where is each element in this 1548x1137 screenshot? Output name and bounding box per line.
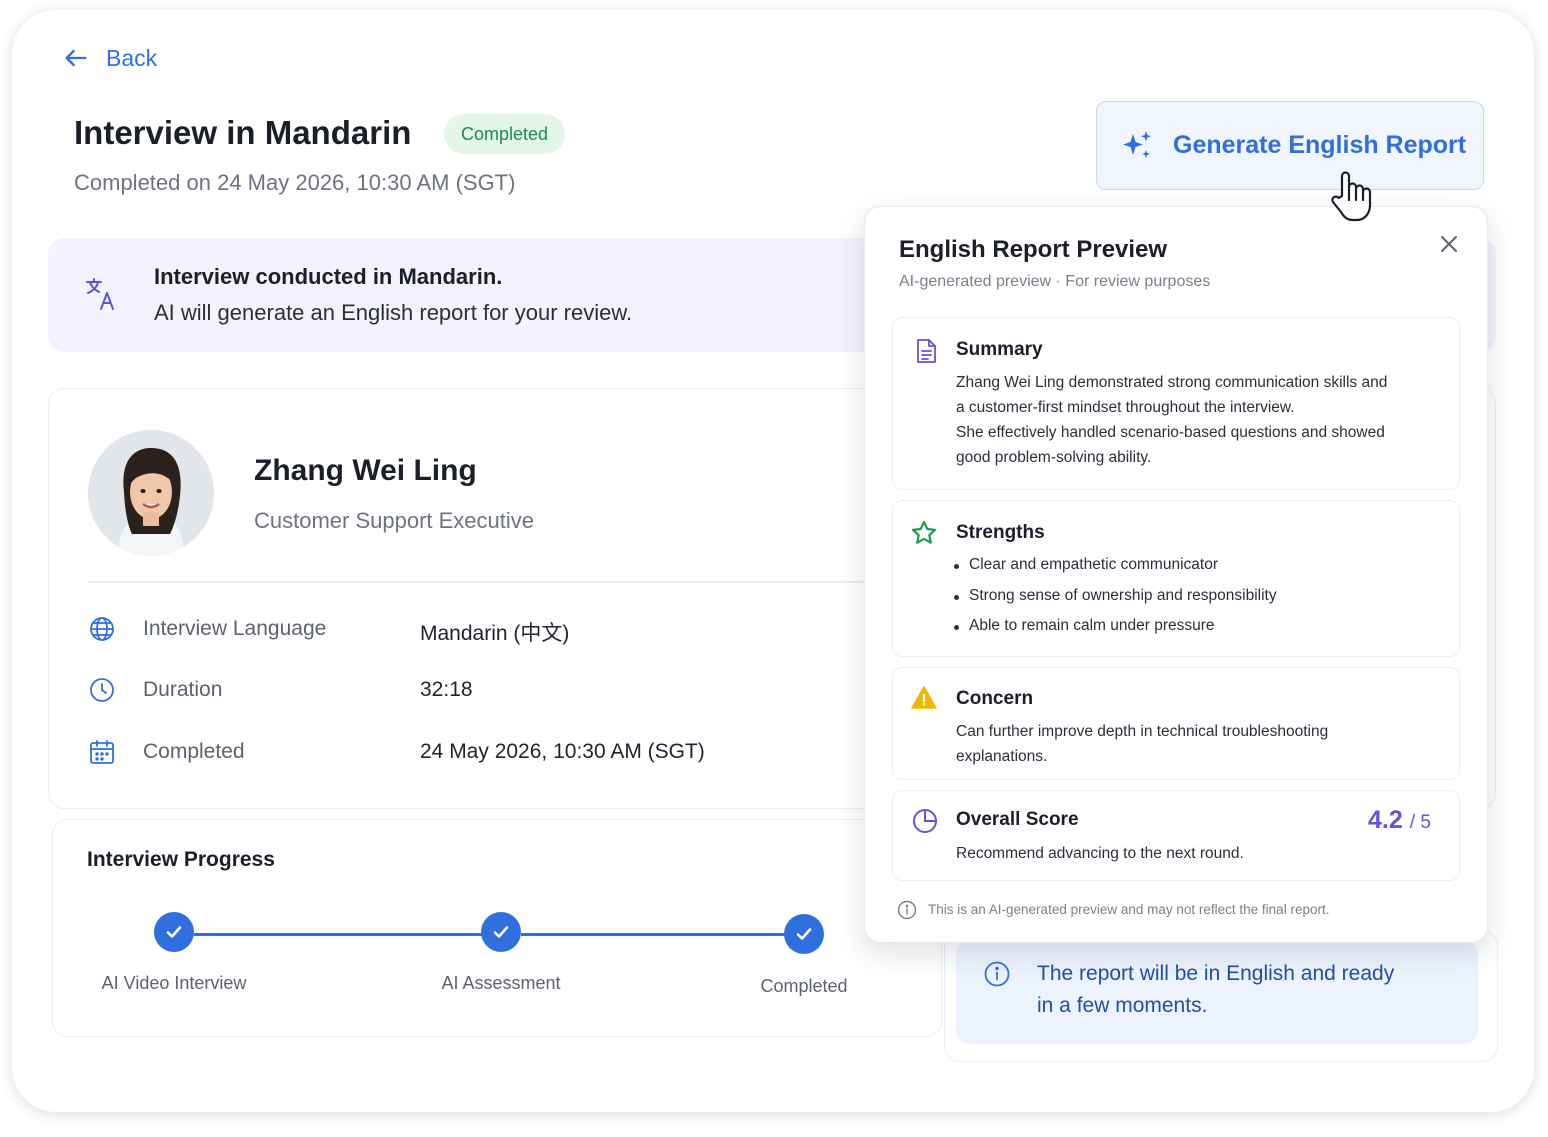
info-icon [984,961,1010,987]
close-icon[interactable] [1436,231,1462,257]
step-label: Completed [760,976,848,996]
info-icon [897,900,917,920]
step-complete-indicator [154,912,194,952]
banner-title: Interview conducted in Mandarin. [154,264,503,289]
arrow-left-icon [65,49,87,67]
popup-subtitle: AI-generated preview · For review purpos… [899,273,1211,290]
summary-line: a customer-first mindset throughout the … [956,399,1295,416]
page-subtitle: Completed on 24 May 2026, 10:30 AM (SGT) [74,170,516,195]
progress-connector [521,933,787,936]
strength-item: Clear and empathetic communicator [954,556,1218,574]
candidate-role: Customer Support Executive [254,508,535,533]
overall-score-section [892,790,1460,881]
report-pending-text: The report will be in English and ready … [1037,962,1395,1017]
summary-line: good problem-solving ability. [956,449,1152,466]
avatar [88,430,214,556]
score-max: / 5 [1409,812,1431,833]
translate-icon [86,278,114,310]
step-complete-indicator [481,912,521,952]
summary-line: Zhang Wei Ling demonstrated strong commu… [956,374,1388,391]
summary-line: She effectively handled scenario-based q… [956,424,1385,441]
back-link[interactable]: Back [62,44,157,72]
concern-line: explanations. [956,748,1048,765]
summary-title: Summary [956,339,1043,360]
concern-line: Can further improve depth in technical t… [956,723,1329,740]
generate-english-report-button[interactable]: Generate English Report [1096,101,1484,190]
strength-item: Able to remain calm under pressure [954,617,1215,635]
step-label: AI Assessment [441,973,561,993]
score-value: 4.2 [1368,806,1403,834]
detail-label-language: Interview Language [143,617,327,640]
banner-text: AI will generate an English report for y… [154,300,633,325]
score-title: Overall Score [956,809,1079,830]
ai-disclaimer: This is an AI-generated preview and may … [928,902,1330,917]
detail-label-duration: Duration [143,678,223,701]
calendar-icon [90,740,114,764]
score-display: 4.2 / 5 [1368,806,1431,835]
check-icon [166,926,182,938]
status-badge: Completed [444,114,566,154]
strength-text: Strong sense of ownership and responsibi… [969,587,1277,604]
detail-label-completed: Completed [143,740,245,763]
detail-value-language: Mandarin (中文) [420,622,570,645]
divider [88,581,888,583]
page-title: Interview in Mandarin [74,114,412,151]
progress-connector [194,933,484,936]
strength-text: Able to remain calm under pressure [969,617,1215,634]
step-label: AI Video Interview [101,973,247,993]
progress-title: Interview Progress [87,848,275,871]
check-icon [493,926,509,938]
star-icon [912,520,936,544]
step-complete-indicator [784,914,824,954]
popup-title: English Report Preview [899,236,1168,263]
check-icon [796,928,812,940]
strength-item: Strong sense of ownership and responsibi… [954,587,1277,605]
back-label: Back [106,44,158,71]
warning-icon [911,686,937,709]
generate-button-label: Generate English Report [1173,131,1467,159]
document-icon [917,339,936,363]
candidate-name: Zhang Wei Ling [254,454,477,487]
clock-icon [90,678,114,702]
detail-value-duration: 32:18 [420,678,473,701]
concern-title: Concern [956,688,1034,709]
strengths-title: Strengths [956,522,1045,543]
pie-chart-icon [913,809,937,833]
sparkle-icon [1123,130,1151,158]
strength-text: Clear and empathetic communicator [969,556,1218,573]
hand-cursor-icon [1331,171,1372,222]
globe-icon [90,617,114,641]
score-text: Recommend advancing to the next round. [956,845,1244,862]
detail-value-completed: 24 May 2026, 10:30 AM (SGT) [420,740,705,763]
